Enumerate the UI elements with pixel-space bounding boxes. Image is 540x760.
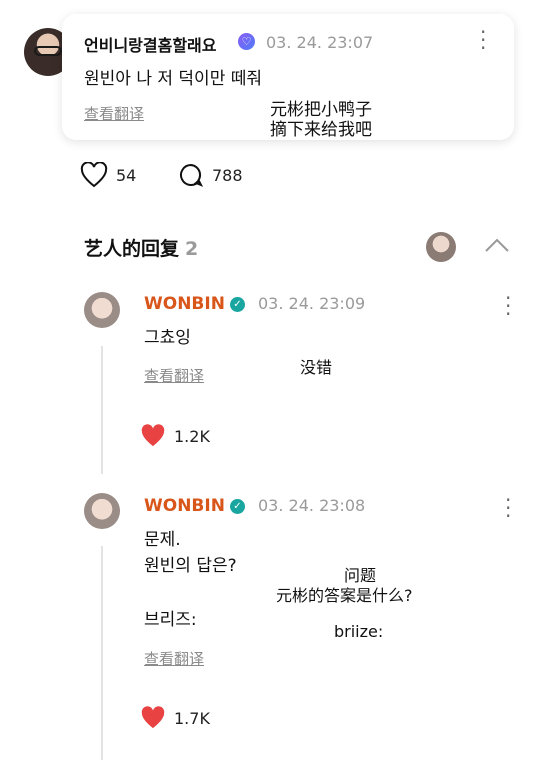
artist-replies-title: 艺人的回复	[84, 238, 180, 260]
reply-timestamp: 03. 24. 23:08	[258, 496, 366, 515]
thread-line	[101, 346, 103, 474]
reply-text-line: 브리즈:	[144, 610, 197, 630]
chevron-up-icon[interactable]	[484, 236, 510, 254]
translation-overlay: briize:	[334, 622, 384, 641]
reply-like-count: 1.2K	[174, 426, 210, 446]
more-options-icon[interactable]: · · ·	[480, 22, 486, 58]
comment-button[interactable]: 788	[178, 162, 243, 188]
more-options-icon[interactable]: · · ·	[505, 288, 511, 324]
translation-line: 元彬把小鸭子	[270, 100, 372, 120]
commenter-username[interactable]: 언비니랑결홈할래요	[84, 32, 216, 56]
reply-avatar[interactable]	[84, 493, 120, 529]
artist-avatar[interactable]	[426, 232, 456, 262]
reply-like-button[interactable]: 1.7K	[140, 706, 210, 730]
heart-filled-icon	[141, 424, 165, 447]
like-button[interactable]: 54	[80, 162, 136, 188]
thread-line	[101, 546, 103, 760]
translation-overlay: 元彬的答案是什么?	[276, 586, 413, 605]
translation-line: 摘下来给我吧	[270, 120, 372, 140]
comment-count: 788	[212, 165, 243, 185]
reply-timestamp: 03. 24. 23:09	[258, 294, 366, 313]
translate-link[interactable]: 查看翻译	[144, 648, 204, 669]
more-options-icon[interactable]: · · ·	[505, 490, 511, 526]
translate-link[interactable]: 查看翻译	[84, 103, 144, 124]
comment-text: 원빈아 나 저 덕이만 떼줘	[84, 69, 263, 89]
translate-link[interactable]: 查看翻译	[144, 365, 204, 386]
comment-bubble-icon	[180, 163, 204, 187]
reply-avatar[interactable]	[84, 292, 120, 328]
like-count: 54	[116, 165, 137, 185]
verified-badge-icon: ✓	[230, 297, 245, 312]
membership-badge-icon: ♡	[238, 33, 255, 50]
artist-replies-count: 2	[185, 238, 199, 260]
artist-replies-header: 艺人的回复 2	[84, 234, 198, 261]
heart-outline-icon	[80, 162, 108, 188]
reply-text: 그쵸잉	[144, 328, 191, 348]
comment-timestamp: 03. 24. 23:07	[266, 33, 374, 52]
glasses-graphic	[34, 46, 62, 56]
reply-username[interactable]: WONBIN	[144, 294, 225, 314]
translation-overlay: 元彬把小鸭子 摘下来给我吧	[270, 100, 372, 140]
reply-text-line: 문제.	[144, 530, 181, 550]
heart-filled-icon	[141, 706, 165, 729]
reply-like-button[interactable]: 1.2K	[140, 424, 210, 448]
reply-text-line: 원빈의 답은?	[144, 556, 237, 576]
translation-overlay: 没错	[300, 358, 333, 377]
reply-like-count: 1.7K	[174, 708, 210, 728]
verified-badge-icon: ✓	[230, 499, 245, 514]
reply-username[interactable]: WONBIN	[144, 496, 225, 516]
